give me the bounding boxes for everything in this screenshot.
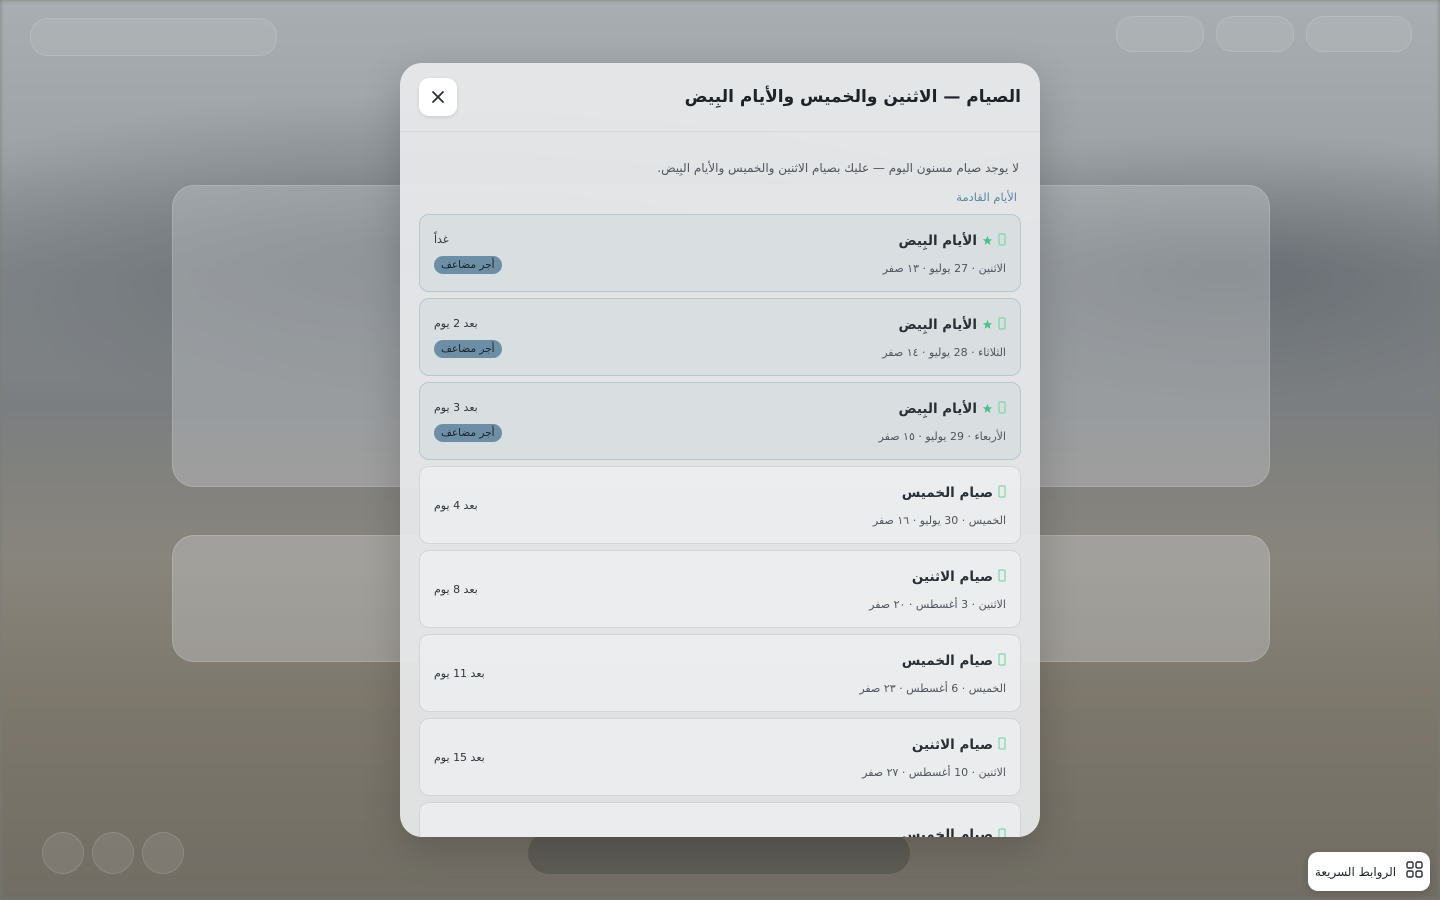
day-card[interactable]: صيام الاثنين الاثنين · 10 أغسطس · ٢٧ صفر… — [419, 718, 1021, 796]
day-name: الأيام البِيض — [898, 232, 977, 249]
day-name: صيام الخميس — [901, 484, 993, 501]
fasting-notice: لا يوجد صيام مسنون اليوم — عليك بصيام ال… — [657, 161, 1019, 175]
day-card-main: الأيام البِيض الأربعاء · 29 يوليو · ١٥ ص… — [878, 399, 1006, 444]
day-card[interactable]: الأيام البِيض الأربعاء · 29 يوليو · ١٥ ص… — [419, 382, 1021, 460]
grid-icon — [1406, 861, 1423, 882]
day-relative-time: بعد 11 يوم — [434, 666, 485, 680]
day-relative-time: غداً — [434, 232, 449, 246]
background-round-button — [92, 832, 134, 874]
day-name: صيام الخميس — [901, 827, 993, 837]
day-date: الاثنين · 10 أغسطس · ٢٧ صفر — [862, 766, 1006, 779]
reward-badge: أجر مضاعف — [434, 423, 502, 442]
day-relative-time: بعد 2 يوم — [434, 316, 478, 330]
day-relative-time: بعد 4 يوم — [434, 498, 478, 512]
day-card[interactable]: صيام الاثنين الاثنين · 3 أغسطس · ٢٠ صفر … — [419, 550, 1021, 628]
day-card-main: صيام الخميس الخميس · 6 أغسطس · ٢٣ صفر — [859, 651, 1006, 696]
day-name-row: الأيام البِيض — [882, 315, 1006, 334]
day-card[interactable]: صيام الخميس الخميس · 6 أغسطس · ٢٣ صفر بع… — [419, 634, 1021, 712]
day-name: صيام الاثنين — [911, 568, 993, 585]
day-card-main: صيام الخميس — [901, 826, 1006, 837]
day-relative-time: بعد 3 يوم — [434, 400, 478, 414]
modal-title: الصيام — الاثنين والخميس والأيام البِيض — [684, 87, 1021, 107]
fasting-icon — [998, 399, 1006, 418]
day-card-side: بعد 15 يوم — [434, 751, 500, 764]
fasting-icon — [998, 651, 1006, 670]
fasting-icon — [998, 483, 1006, 502]
day-name-row: صيام الخميس — [873, 483, 1006, 502]
background-pill — [1306, 16, 1412, 52]
day-card-main: صيام الخميس الخميس · 30 يوليو · ١٦ صفر — [872, 483, 1006, 528]
day-card-side: بعد 3 يوم أجر مضاعف — [434, 401, 502, 442]
day-date: الخميس · 30 يوليو · ١٦ صفر — [872, 514, 1006, 527]
fasting-modal: الصيام — الاثنين والخميس والأيام البِيض … — [400, 63, 1040, 837]
day-name-row: صيام الخميس — [859, 651, 1006, 670]
fasting-icon — [998, 567, 1006, 586]
day-relative-time: بعد 8 يوم — [434, 582, 478, 596]
day-name-row: الأيام البِيض — [879, 399, 1006, 418]
day-date: الاثنين · 27 يوليو · ١٣ صفر — [882, 262, 1006, 275]
day-card[interactable]: صيام الخميس الخميس · 30 يوليو · ١٦ صفر ب… — [419, 466, 1021, 544]
star-icon — [982, 231, 993, 250]
day-name-row: صيام الخميس — [901, 826, 1006, 837]
day-date: الثلاثاء · 28 يوليو · ١٤ صفر — [882, 346, 1006, 359]
day-card-side: بعد 8 يوم — [434, 583, 500, 596]
fasting-icon — [998, 826, 1006, 837]
quick-links-label: الروابط السريعة — [1314, 864, 1397, 879]
close-button[interactable] — [419, 78, 457, 116]
day-date: الأربعاء · 29 يوليو · ١٥ صفر — [878, 430, 1006, 443]
background-pill — [1216, 16, 1294, 52]
day-card-main: الأيام البِيض الاثنين · 27 يوليو · ١٣ صف… — [882, 231, 1006, 276]
day-name: صيام الخميس — [901, 652, 993, 669]
background-round-button — [42, 832, 84, 874]
modal-body: لا يوجد صيام مسنون اليوم — عليك بصيام ال… — [400, 132, 1040, 837]
day-card[interactable]: صيام الخميس — [419, 802, 1021, 837]
quick-links-button[interactable]: الروابط السريعة — [1308, 852, 1430, 891]
modal-header: الصيام — الاثنين والخميس والأيام البِيض — [400, 63, 1040, 132]
background-topbar — [30, 18, 277, 56]
day-name-row: صيام الاثنين — [869, 567, 1006, 586]
day-name-row: الأيام البِيض — [883, 231, 1006, 250]
star-icon — [982, 399, 993, 418]
day-card-side: غداً أجر مضاعف — [434, 233, 502, 274]
day-card-side: بعد 2 يوم أجر مضاعف — [434, 317, 502, 358]
day-name: الأيام البِيض — [898, 316, 977, 333]
upcoming-days-label: الأيام القادمة — [956, 190, 1017, 204]
background-round-button — [142, 832, 184, 874]
background-pill — [1116, 16, 1204, 52]
day-card[interactable]: الأيام البِيض الاثنين · 27 يوليو · ١٣ صف… — [419, 214, 1021, 292]
reward-badge: أجر مضاعف — [434, 339, 502, 358]
fasting-icon — [998, 315, 1006, 334]
day-card[interactable]: الأيام البِيض الثلاثاء · 28 يوليو · ١٤ ص… — [419, 298, 1021, 376]
fasting-icon — [998, 735, 1006, 754]
upcoming-days-list: الأيام البِيض الاثنين · 27 يوليو · ١٣ صف… — [419, 214, 1021, 837]
day-card-main: صيام الاثنين الاثنين · 3 أغسطس · ٢٠ صفر — [869, 567, 1006, 612]
day-card-side: بعد 4 يوم — [434, 499, 500, 512]
day-card-main: صيام الاثنين الاثنين · 10 أغسطس · ٢٧ صفر — [862, 735, 1006, 780]
day-card-side: بعد 11 يوم — [434, 667, 500, 680]
background-dock — [528, 832, 910, 874]
day-name: صيام الاثنين — [911, 736, 993, 753]
star-icon — [982, 315, 993, 334]
day-date: الاثنين · 3 أغسطس · ٢٠ صفر — [869, 598, 1006, 611]
reward-badge: أجر مضاعف — [434, 255, 502, 274]
fasting-icon — [998, 231, 1006, 250]
day-relative-time: بعد 15 يوم — [434, 750, 485, 764]
day-name: الأيام البِيض — [898, 400, 977, 417]
day-date: الخميس · 6 أغسطس · ٢٣ صفر — [859, 682, 1006, 695]
close-icon — [432, 91, 444, 103]
day-name-row: صيام الاثنين — [862, 735, 1006, 754]
day-card-main: الأيام البِيض الثلاثاء · 28 يوليو · ١٤ ص… — [882, 315, 1006, 360]
